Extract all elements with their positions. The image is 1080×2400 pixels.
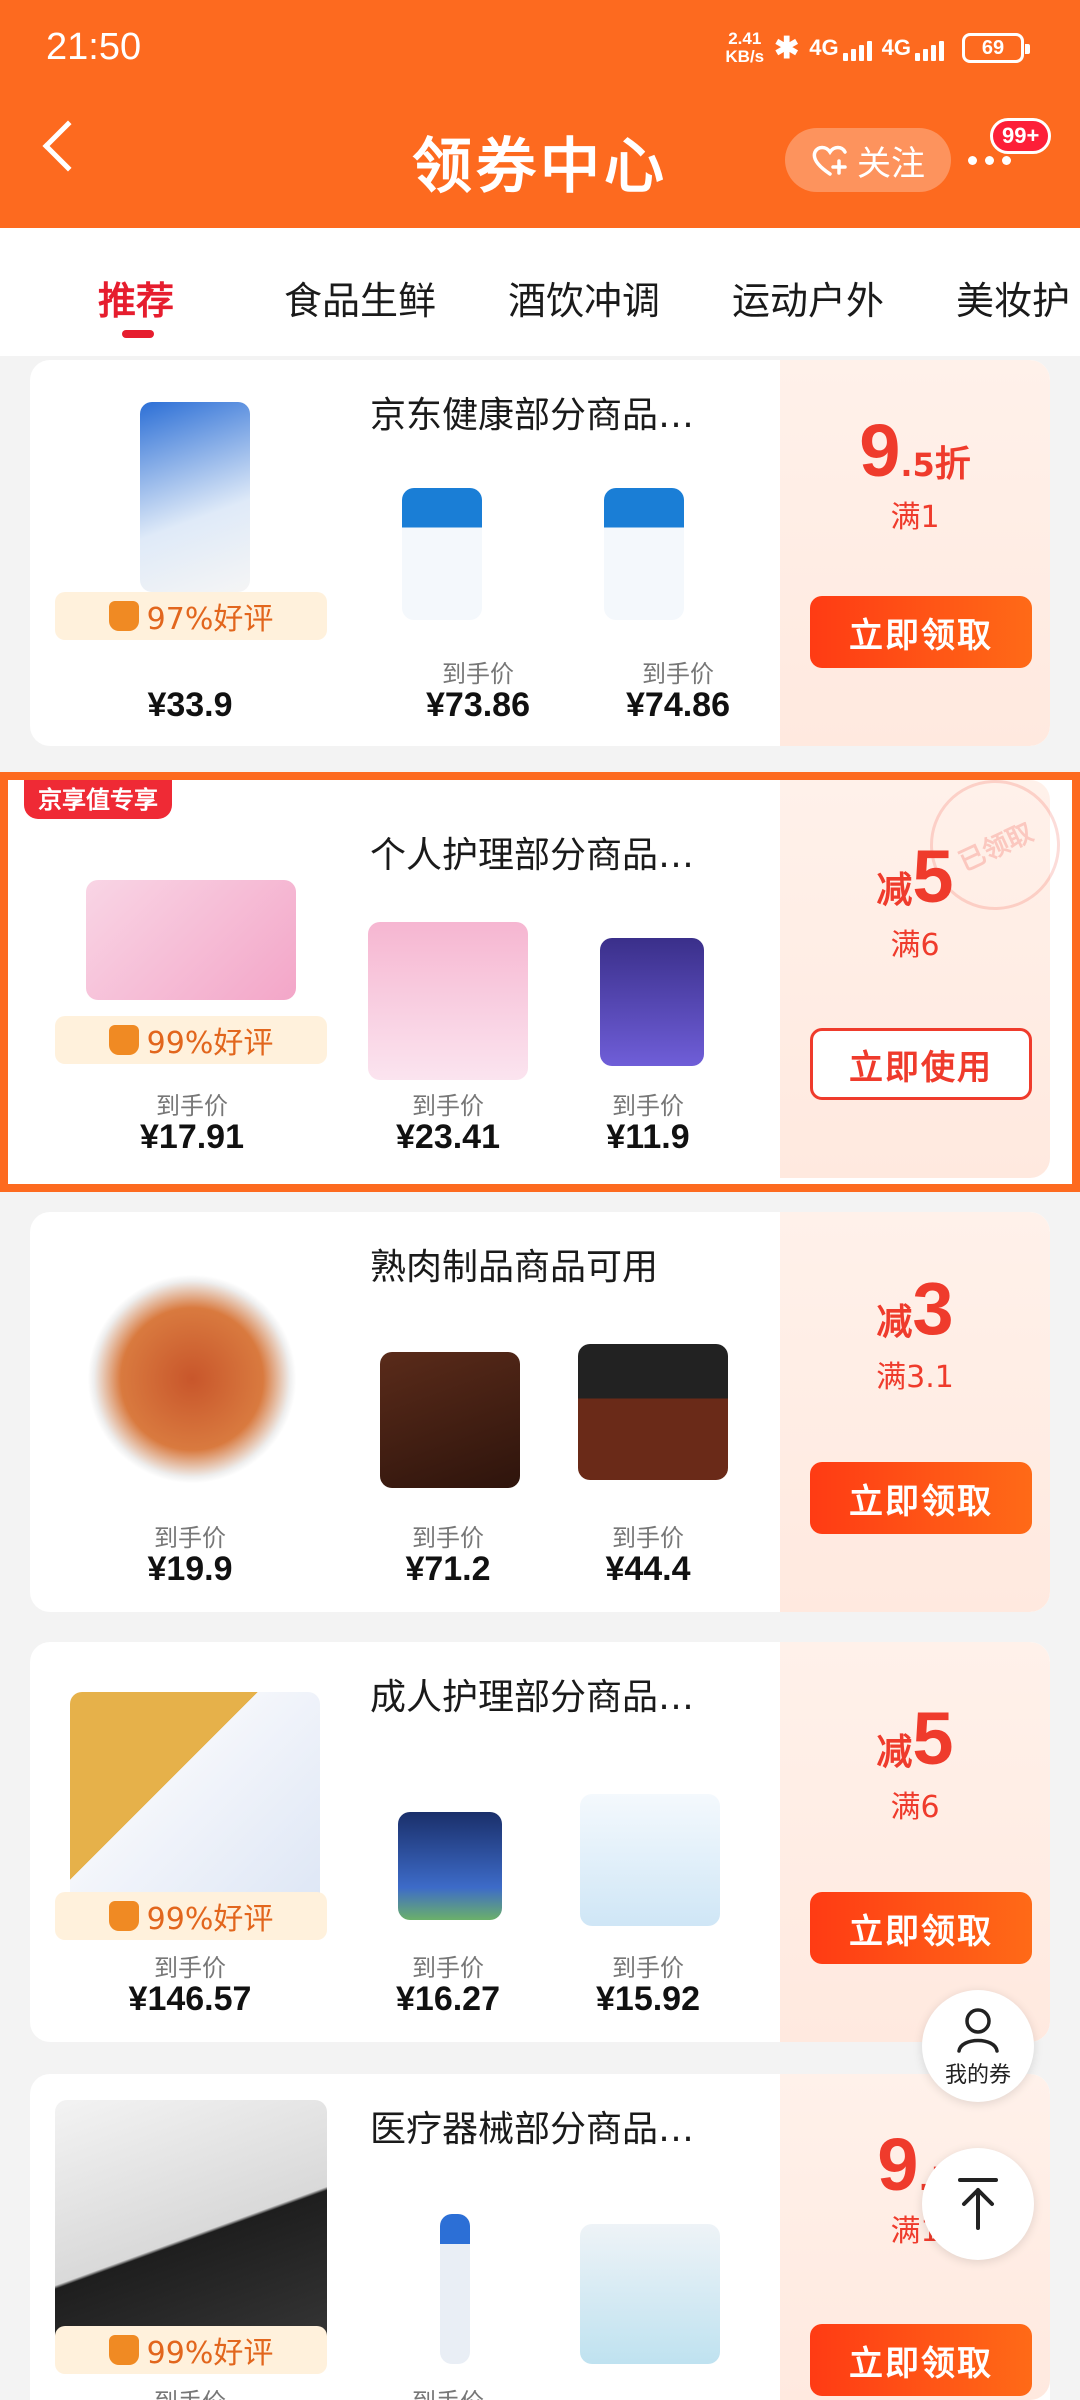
coupon-title: 成人护理部分商品… [370, 1677, 695, 1718]
coupon-condition: 满3.1 [876, 1360, 954, 1395]
coupon-condition: 满6 [890, 928, 940, 963]
product-image[interactable] [440, 2214, 470, 2364]
tab-active-indicator [122, 330, 154, 338]
heart-plus-icon [812, 145, 847, 176]
status-icons: 2.41 KB/s ✱ 4G 4G 69 [725, 29, 1030, 66]
product-image[interactable] [398, 1812, 502, 1920]
arrow-up-icon [958, 2178, 998, 2230]
use-button[interactable]: 立即使用 [810, 1028, 1032, 1100]
battery-icon: 69 [962, 33, 1030, 63]
product-price: ¥19.9 [147, 1550, 233, 1588]
coupon-value-panel: 9.5折 满1 立即领取 [780, 360, 1050, 746]
price-label: 到手价 [154, 1524, 226, 1552]
price-label: 到手价 [412, 1524, 484, 1552]
coupon-title: 个人护理部分商品… [370, 835, 695, 876]
product-price: ¥11.9 [606, 1118, 690, 1156]
thumbs-up-icon [108, 1901, 139, 1931]
vip-tag: 京享值专享 [24, 780, 172, 819]
price-label: 到手价 [612, 1954, 684, 1982]
more-icon[interactable] [968, 156, 1011, 165]
coupon-card[interactable]: 京东健康部分商品… 97%好评 ¥33.9 到手价 ¥73.86 到手价 ¥74… [30, 360, 1050, 746]
coupon-title: 医疗器械部分商品… [370, 2109, 695, 2150]
coupon-card[interactable]: 医疗器械部分商品… 99%好评 到手价 到手价 9.5 满1 立即领取 [30, 2074, 1050, 2400]
price-label: 到手价 [90, 2382, 290, 2400]
product-image[interactable] [70, 1692, 320, 1912]
tab-recommend[interactable]: 推荐 [98, 270, 174, 325]
product-image[interactable] [368, 922, 528, 1080]
coupon-value-panel: 已领取 减5 满6 立即使用 [780, 780, 1072, 1178]
product-image[interactable] [380, 1352, 520, 1488]
coupon-value-panel: 减5 满6 立即领取 [780, 1642, 1050, 2042]
product-image[interactable] [86, 880, 296, 1000]
claim-button[interactable]: 立即领取 [810, 1892, 1032, 1964]
thumbs-up-icon [108, 2335, 139, 2365]
price-label: 到手价 [442, 660, 514, 688]
price-label: 到手价 [156, 1092, 228, 1120]
tab-beauty[interactable]: 美妆护 [956, 270, 1070, 325]
product-price: ¥15.92 [596, 1980, 700, 2018]
price-label: 到手价 [154, 1954, 226, 1982]
product-image[interactable] [600, 938, 704, 1066]
price-label: 到手价 [642, 660, 714, 688]
discount-value: 减3 [876, 1267, 954, 1350]
product-price: ¥71.2 [405, 1550, 491, 1588]
price-label: 到手价 [412, 1092, 484, 1120]
product-price: ¥73.86 [426, 686, 530, 724]
rating-badge: 99%好评 [55, 1892, 327, 1940]
back-to-top-button[interactable] [922, 2148, 1034, 2260]
tab-drinks[interactable]: 酒饮冲调 [508, 270, 660, 325]
discount-value: 减5 [876, 1697, 954, 1780]
claim-button[interactable]: 立即领取 [810, 596, 1032, 668]
signal-icon: 4G [882, 35, 944, 61]
product-image[interactable] [140, 402, 250, 592]
product-price: ¥146.57 [128, 1980, 252, 2018]
rating-badge: 97%好评 [55, 592, 327, 640]
rating-badge: 99%好评 [55, 2326, 327, 2374]
product-price: ¥23.41 [396, 1118, 500, 1156]
user-icon [957, 2008, 999, 2053]
price-label: 到手价 [612, 1524, 684, 1552]
thumbs-up-icon [108, 601, 139, 631]
rating-badge: 99%好评 [55, 1016, 327, 1064]
coupon-title: 熟肉制品商品可用 [370, 1247, 659, 1288]
claim-button[interactable]: 立即领取 [810, 1462, 1032, 1534]
network-speed: 2.41 KB/s [725, 29, 765, 66]
signal-icon: 4G [809, 35, 872, 61]
product-image[interactable] [604, 488, 684, 620]
product-price: ¥16.27 [396, 1980, 500, 2018]
bluetooth-icon: ✱ [774, 31, 800, 65]
notification-badge: 99+ [990, 118, 1052, 154]
product-price: ¥17.91 [140, 1118, 244, 1156]
follow-button[interactable]: 关注 [785, 128, 951, 192]
coupon-card[interactable]: 熟肉制品商品可用 到手价 ¥19.9 到手价 ¥71.2 到手价 ¥44.4 减… [30, 1212, 1050, 1612]
category-tabs: 推荐 食品生鲜 酒饮冲调 运动户外 美妆护 [0, 228, 1080, 356]
tab-sports[interactable]: 运动户外 [732, 270, 884, 325]
product-price: ¥33.9 [147, 686, 233, 724]
product-price: ¥44.4 [605, 1550, 691, 1588]
price-label: 到手价 [412, 1954, 484, 1982]
discount-value: 9.5折 [859, 409, 971, 492]
product-image[interactable] [580, 2224, 720, 2364]
my-coupons-button[interactable]: 我的券 [922, 1990, 1034, 2102]
coupon-value-panel: 减3 满3.1 立即领取 [780, 1212, 1050, 1612]
thumbs-up-icon [108, 1025, 139, 1055]
tab-food[interactable]: 食品生鲜 [284, 270, 436, 325]
price-label: 到手价 [612, 1092, 684, 1120]
status-time: 21:50 [46, 26, 142, 68]
price-label: 到手价 [348, 2382, 548, 2400]
product-image[interactable] [402, 488, 482, 620]
product-image[interactable] [74, 1274, 310, 1484]
product-image[interactable] [580, 1794, 720, 1926]
product-image[interactable] [578, 1344, 728, 1480]
coupon-title: 京东健康部分商品… [370, 395, 695, 436]
product-price: ¥74.86 [626, 686, 730, 724]
coupon-card[interactable]: 成人护理部分商品… 99%好评 到手价 ¥146.57 到手价 ¥16.27 到… [30, 1642, 1050, 2042]
discount-value: 减5 [876, 835, 954, 918]
coupon-card-highlighted[interactable]: 京享值专享 个人护理部分商品… 99%好评 到手价 ¥17.91 到手价 ¥23… [0, 772, 1080, 1192]
header-bar: 21:50 2.41 KB/s ✱ 4G 4G 69 领券中心 关注 99+ [0, 0, 1080, 228]
claim-button[interactable]: 立即领取 [810, 2324, 1032, 2396]
coupon-condition: 满1 [890, 500, 940, 535]
coupon-condition: 满6 [890, 1790, 940, 1825]
